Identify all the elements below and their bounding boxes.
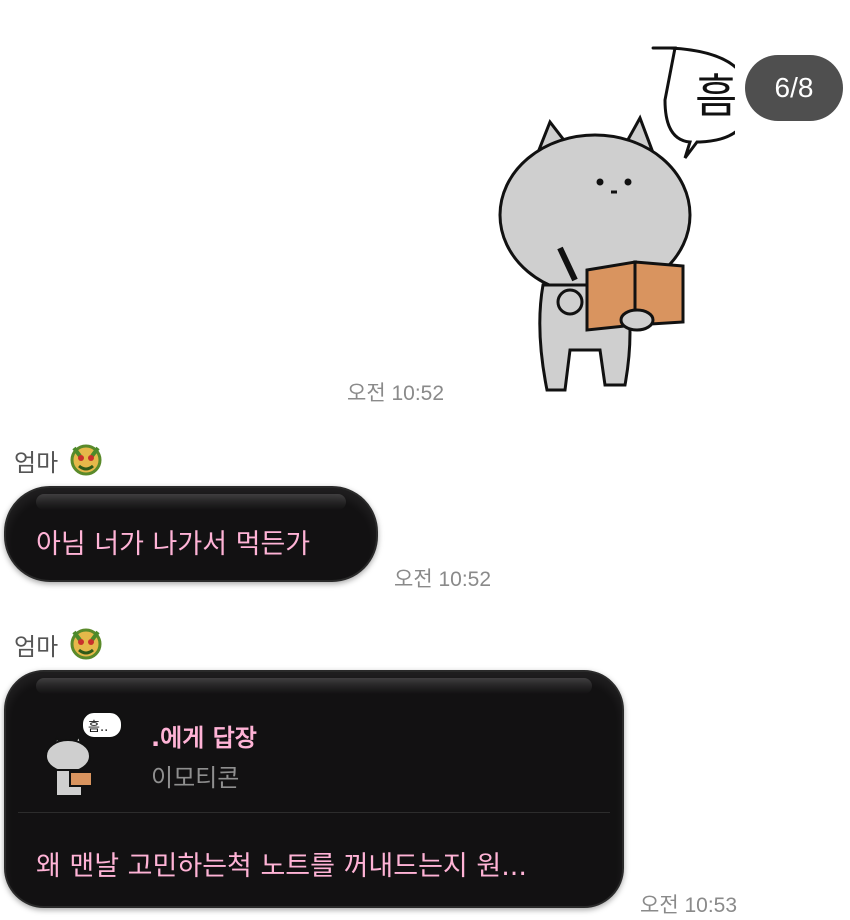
sender-name: 엄마 xyxy=(14,449,59,477)
dragon-icon xyxy=(66,438,106,482)
message-time: 오전 10:52 xyxy=(394,568,492,591)
sender-name: 엄마 xyxy=(14,633,59,661)
message-text: 아님 너가 나가서 먹든가 xyxy=(36,529,311,560)
message-text: 왜 맨날 고민하는척 노트를 꺼내드는지 원... xyxy=(36,851,527,882)
sender-row: 엄마 xyxy=(14,438,106,482)
sender-row: 엄마 xyxy=(14,622,106,666)
message-time: 오전 10:52 xyxy=(347,382,445,405)
message-time: 오전 10:53 xyxy=(640,894,738,917)
reply-content-type: 이모티콘 xyxy=(151,764,240,792)
dragon-icon xyxy=(66,622,106,666)
thumbnail-speech: 흠.. xyxy=(88,720,108,735)
reply-thumbnail[interactable]: 흠.. xyxy=(42,710,132,800)
cat-sticker-image[interactable]: 흠 xyxy=(495,40,735,400)
image-page-counter: 6/8 xyxy=(745,55,843,121)
reply-divider xyxy=(18,812,610,813)
chat-screen: 흠 6/8 오전 10:52 엄마 아님 너가 나가서 먹든가 오전 10:52… xyxy=(0,0,850,920)
message-bubble[interactable]: 아님 너가 나가서 먹든가 xyxy=(4,486,378,582)
reply-target: .에게 답장 xyxy=(151,724,257,752)
reply-message-bubble[interactable]: 흠.. .에게 답장 이모티콘 왜 맨날 고민하는척 노트를 꺼내드는지 원..… xyxy=(4,670,624,908)
sticker-speech-text: 흠 xyxy=(695,69,735,123)
